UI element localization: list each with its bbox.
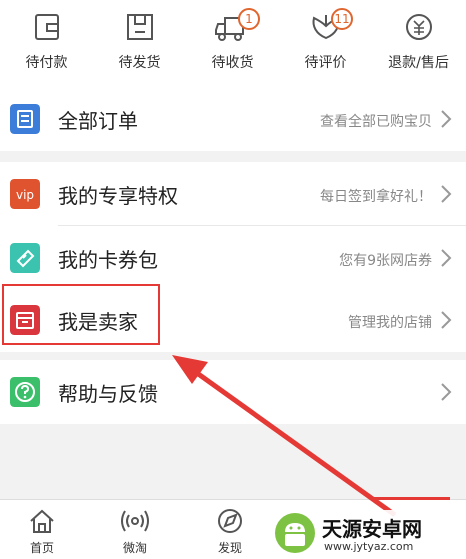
chevron-right-icon (441, 311, 452, 329)
row-hint: 每日签到拿好礼！ (320, 189, 432, 205)
package-icon (126, 14, 153, 40)
row-title: 我的卡券包 (58, 248, 158, 272)
nav-label: 首页 (29, 541, 54, 555)
home-icon (30, 509, 54, 533)
broadcast-icon (121, 510, 149, 532)
watermark-url: www.jytyaz.com (324, 540, 414, 553)
help-icon (10, 377, 40, 407)
status-label: 待收货 (211, 55, 254, 71)
status-label: 待评价 (304, 55, 347, 71)
all-orders-row[interactable]: 全部订单 查看全部已购宝贝 (0, 87, 466, 151)
badge-count: 11 (331, 8, 353, 30)
badge-count: 1 (238, 8, 260, 30)
watermark-title: 天源安卓网 (322, 517, 422, 541)
status-label: 待付款 (25, 55, 68, 71)
privilege-row[interactable]: vip 我的专享特权 每日签到拿好礼！ (0, 162, 466, 226)
order-status-bar: 待付款 待发货 1 待收货 11 待评价 退款/售后 (0, 0, 466, 88)
help-row[interactable]: 帮助与反馈 (0, 360, 466, 424)
watermark-bar (374, 497, 450, 500)
chevron-right-icon (441, 249, 452, 267)
coupons-row[interactable]: 我的卡券包 您有9张网店券 (0, 226, 466, 290)
status-refund[interactable]: 退款/售后 (372, 0, 465, 88)
status-pending-shipment[interactable]: 待发货 (93, 0, 186, 88)
status-pending-payment[interactable]: 待付款 (0, 0, 93, 88)
row-title: 帮助与反馈 (58, 382, 158, 406)
android-logo-icon (275, 513, 315, 553)
nav-home[interactable]: 首页 (0, 500, 87, 559)
status-pending-receipt[interactable]: 1 待收货 (186, 0, 279, 88)
row-hint: 您有9张网店券 (339, 253, 432, 269)
chevron-right-icon (441, 383, 452, 401)
status-label: 待发货 (118, 55, 161, 71)
chevron-right-icon (441, 110, 452, 128)
nav-label: 微淘 (122, 541, 147, 555)
status-pending-review[interactable]: 11 待评价 (279, 0, 372, 88)
nav-label: 发现 (217, 541, 242, 555)
refund-icon (405, 14, 432, 40)
vip-icon: vip (10, 179, 40, 209)
row-hint: 管理我的店铺 (348, 315, 432, 331)
discover-icon (218, 509, 242, 533)
row-title: 我的专享特权 (58, 184, 178, 208)
svg-text:vip: vip (16, 188, 34, 202)
nav-discover[interactable]: 发现 (185, 500, 275, 559)
order-list-icon (10, 104, 40, 134)
status-label: 退款/售后 (388, 55, 449, 71)
row-title: 全部订单 (58, 109, 138, 133)
chevron-right-icon (441, 185, 452, 203)
row-hint: 查看全部已购宝贝 (320, 114, 432, 130)
coupon-icon (10, 243, 40, 273)
wallet-icon (34, 14, 59, 40)
nav-weitao[interactable]: 微淘 (90, 500, 180, 559)
seller-highlight-box (2, 284, 160, 345)
watermark: 天源安卓网 www.jytyaz.com (270, 510, 460, 556)
